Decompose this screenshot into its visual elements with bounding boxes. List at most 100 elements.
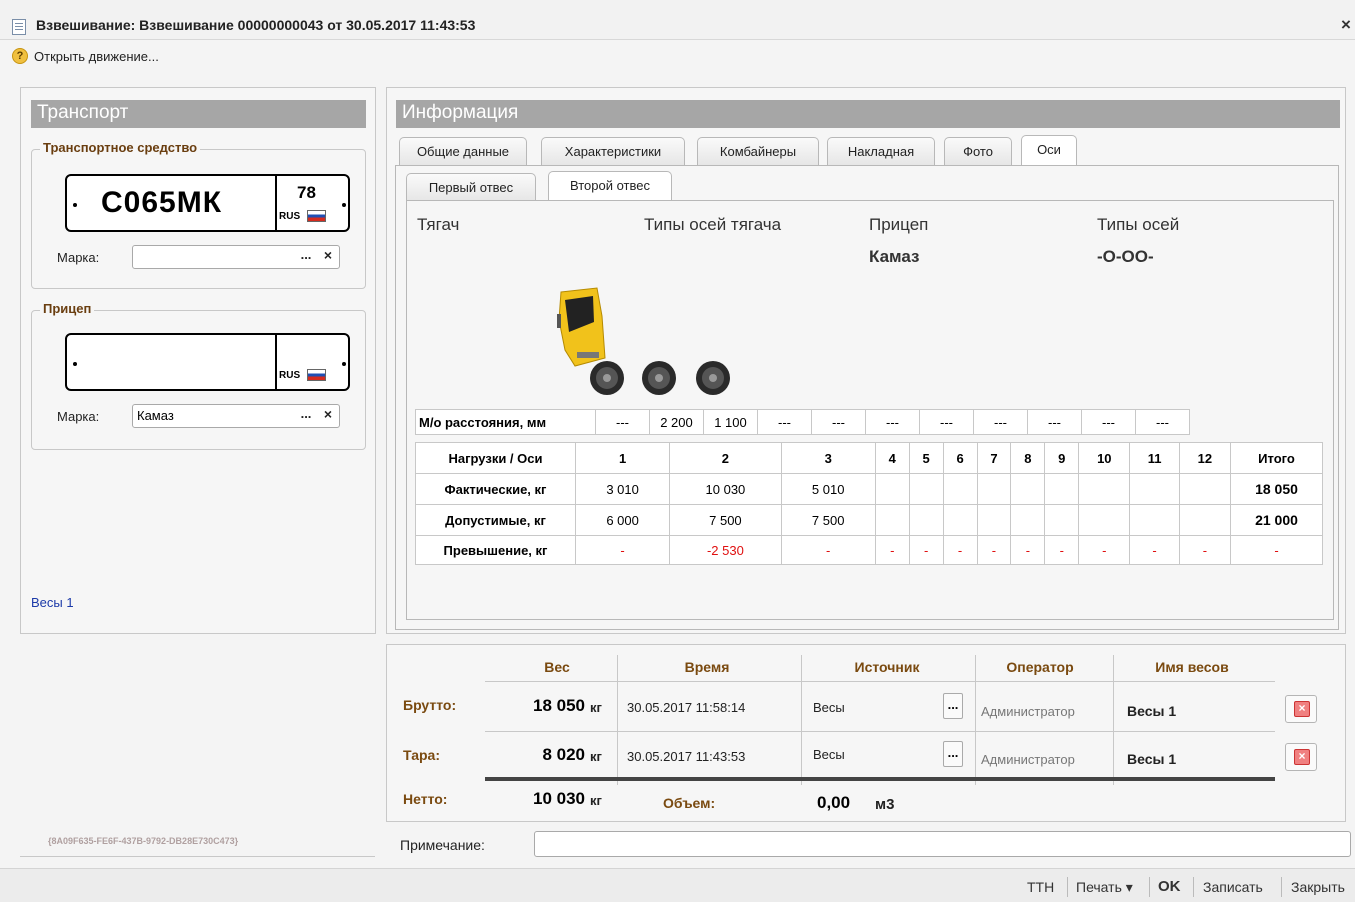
window-titlebar: Взвешивание: Взвешивание 00000000043 от … bbox=[0, 0, 1355, 40]
note-label: Примечание: bbox=[400, 837, 485, 853]
close-button[interactable]: Закрыть bbox=[1291, 879, 1345, 895]
load-cell: 3 010 bbox=[574, 473, 671, 505]
gross-operator: Администратор bbox=[981, 704, 1075, 719]
ok-button[interactable]: OK bbox=[1158, 878, 1181, 895]
tab-general[interactable]: Общие данные bbox=[399, 137, 527, 165]
distance-cell: --- bbox=[811, 409, 866, 435]
vehicle-plate-region: 78 bbox=[297, 183, 316, 202]
plate-separator bbox=[275, 176, 277, 230]
distance-cell: --- bbox=[1135, 409, 1190, 435]
gross-weight-unit: кг bbox=[590, 700, 602, 715]
distance-cell: --- bbox=[973, 409, 1028, 435]
ttn-button[interactable]: ТТН bbox=[1027, 879, 1054, 895]
trailer-brand-select-button[interactable]: ... bbox=[296, 405, 316, 427]
document-icon bbox=[12, 19, 26, 35]
tractor-axle-types-label: Типы осей тягача bbox=[644, 215, 782, 234]
tare-source-select-button[interactable]: ... bbox=[943, 741, 963, 767]
subtab-second-weighing[interactable]: Второй отвес bbox=[548, 171, 672, 202]
exceed-cell: - bbox=[1010, 535, 1046, 565]
trailer-group: Прицеп RUS Марка: Камаз ... × bbox=[31, 301, 366, 450]
table-header-cell: 12 bbox=[1178, 442, 1232, 474]
tare-scale-name: Весы 1 bbox=[1127, 751, 1177, 767]
load-cell bbox=[1044, 504, 1080, 536]
print-menu-button[interactable]: Печать ▾ bbox=[1076, 879, 1133, 896]
distance-cell: --- bbox=[865, 409, 920, 435]
truck-axles-image bbox=[557, 287, 730, 395]
close-window-button[interactable]: × bbox=[1341, 15, 1351, 35]
net-weight: 10 030 bbox=[533, 789, 585, 808]
column-time: Время bbox=[684, 659, 730, 675]
exceed-cell: - bbox=[1078, 535, 1131, 565]
tab-combiners[interactable]: Комбайнеры bbox=[697, 137, 819, 165]
trailer-value: Камаз bbox=[869, 247, 920, 266]
tab-axles[interactable]: Оси bbox=[1021, 135, 1077, 166]
exceed-cell: - bbox=[1044, 535, 1080, 565]
command-bar: ? Открыть движение... bbox=[0, 44, 1355, 72]
tab-characteristics[interactable]: Характеристики bbox=[541, 137, 685, 165]
weighing-panel: Вес Время Источник Оператор Имя весов Бр… bbox=[386, 644, 1346, 822]
note-input[interactable] bbox=[534, 831, 1351, 857]
load-cell: 7 500 bbox=[780, 504, 876, 536]
scale-link[interactable]: Весы 1 bbox=[31, 595, 74, 610]
column-divider bbox=[975, 655, 976, 785]
window-title: Взвешивание: Взвешивание 00000000043 от … bbox=[36, 17, 476, 33]
load-cell: 5 010 bbox=[780, 473, 876, 505]
row-divider bbox=[485, 731, 1275, 732]
help-icon[interactable]: ? bbox=[12, 48, 28, 64]
guid-divider bbox=[20, 856, 375, 857]
trailer-brand-label: Марка: bbox=[57, 409, 100, 424]
vehicle-brand-clear-button[interactable]: × bbox=[318, 246, 338, 268]
vehicle-plate-country: RUS bbox=[279, 211, 301, 222]
delete-icon: × bbox=[1294, 749, 1310, 765]
vehicle-brand-select-button[interactable]: ... bbox=[296, 246, 316, 268]
table-header-cell: 9 bbox=[1044, 442, 1080, 474]
table-header-cell: 2 bbox=[669, 442, 782, 474]
plate-rivet bbox=[342, 362, 346, 366]
gross-source-select-button[interactable]: ... bbox=[943, 693, 963, 719]
column-divider bbox=[1113, 655, 1114, 785]
load-cell bbox=[1010, 473, 1046, 505]
volume-unit: м3 bbox=[875, 796, 895, 813]
load-cell bbox=[874, 504, 910, 536]
column-scale-name: Имя весов bbox=[1155, 659, 1229, 675]
table-header-cell: 4 bbox=[874, 442, 910, 474]
subtab-first-weighing[interactable]: Первый отвес bbox=[406, 173, 536, 201]
tare-time: 30.05.2017 11:43:53 bbox=[627, 749, 746, 764]
tare-weight: 8 020 bbox=[542, 745, 585, 764]
load-cell bbox=[1078, 504, 1131, 536]
table-header-row: Нагрузки / Оси 1 2 3 4 5 6 7 8 9 10 11 1… bbox=[415, 442, 1323, 474]
tare-delete-button[interactable]: × bbox=[1285, 743, 1317, 771]
load-cell: 6 000 bbox=[574, 504, 671, 536]
table-header-cell: 6 bbox=[942, 442, 978, 474]
tab-invoice[interactable]: Накладная bbox=[827, 137, 935, 165]
vehicle-brand-label: Марка: bbox=[57, 250, 100, 265]
row-label: Фактические, кг bbox=[415, 473, 576, 505]
open-movement-button[interactable]: Открыть движение... bbox=[34, 49, 159, 64]
column-operator: Оператор bbox=[1006, 659, 1074, 675]
save-button[interactable]: Записать bbox=[1203, 879, 1263, 895]
row-label: Превышение, кг bbox=[415, 535, 576, 565]
trailer-brand-clear-button[interactable]: × bbox=[318, 405, 338, 427]
distance-cell: --- bbox=[1081, 409, 1136, 435]
distance-cell: --- bbox=[919, 409, 974, 435]
load-cell bbox=[942, 473, 978, 505]
distance-cell: --- bbox=[595, 409, 650, 435]
total-cell: 21 000 bbox=[1230, 504, 1323, 536]
exceed-cell: - bbox=[574, 535, 671, 565]
table-header-cell: 8 bbox=[1010, 442, 1046, 474]
exceed-cell: - bbox=[780, 535, 876, 565]
plate-rivet bbox=[73, 203, 77, 207]
net-label: Нетто: bbox=[403, 791, 448, 807]
tare-operator: Администратор bbox=[981, 752, 1075, 767]
load-cell bbox=[976, 504, 1012, 536]
gross-delete-button[interactable]: × bbox=[1285, 695, 1317, 723]
axle-wheel-icon bbox=[590, 361, 624, 395]
gross-scale-name: Весы 1 bbox=[1127, 703, 1177, 719]
transport-header: Транспорт bbox=[31, 100, 366, 128]
table-row: Фактические, кг 3 010 10 030 5 010 18 05… bbox=[415, 473, 1323, 505]
trailer-axle-types-value: -O-OO- bbox=[1097, 247, 1154, 266]
table-row: Допустимые, кг 6 000 7 500 7 500 21 000 bbox=[415, 504, 1323, 536]
tab-photo[interactable]: Фото bbox=[944, 137, 1012, 165]
tare-weight-unit: кг bbox=[590, 749, 602, 764]
toolbar-separator bbox=[1281, 877, 1282, 897]
